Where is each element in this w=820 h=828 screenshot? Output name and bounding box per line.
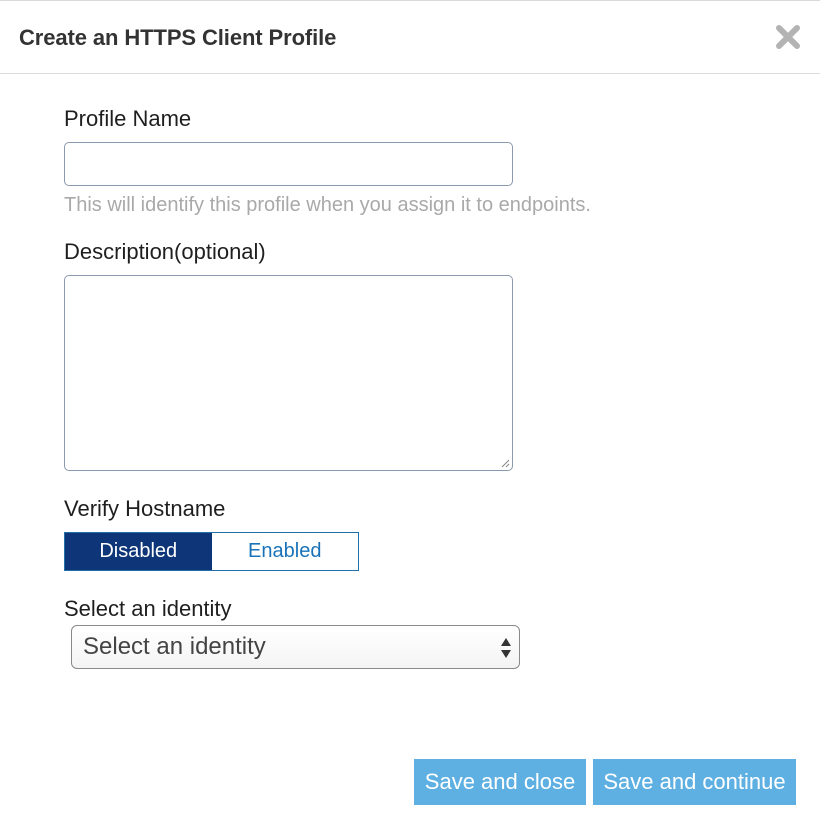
identity-select-value: Select an identity [83, 633, 266, 660]
close-icon[interactable] [774, 23, 802, 51]
verify-hostname-disabled-option[interactable]: Disabled [65, 533, 212, 570]
save-and-close-button[interactable]: Save and close [414, 759, 586, 805]
select-up-down-arrows-icon [501, 638, 511, 658]
verify-hostname-toggle: Disabled Enabled [64, 532, 359, 571]
profile-name-help-text: This will identify this profile when you… [64, 194, 591, 216]
save-and-continue-button[interactable]: Save and continue [593, 759, 796, 805]
https-client-profile-dialog: Create an HTTPS Client Profile Profile N… [0, 0, 820, 828]
close-x-icon [776, 25, 800, 49]
dialog-header: Create an HTTPS Client Profile [0, 1, 820, 74]
verify-hostname-enabled-option[interactable]: Enabled [211, 533, 358, 570]
description-textarea[interactable] [64, 275, 513, 471]
description-label: Description(optional) [64, 239, 266, 264]
verify-hostname-label: Verify Hostname [64, 496, 226, 521]
profile-name-input[interactable] [64, 142, 513, 186]
profile-name-label: Profile Name [64, 106, 192, 131]
dialog-title: Create an HTTPS Client Profile [19, 25, 337, 50]
identity-label: Select an identity [64, 596, 232, 621]
resize-grip-icon[interactable] [500, 458, 510, 468]
identity-select[interactable]: Select an identity [71, 625, 520, 669]
